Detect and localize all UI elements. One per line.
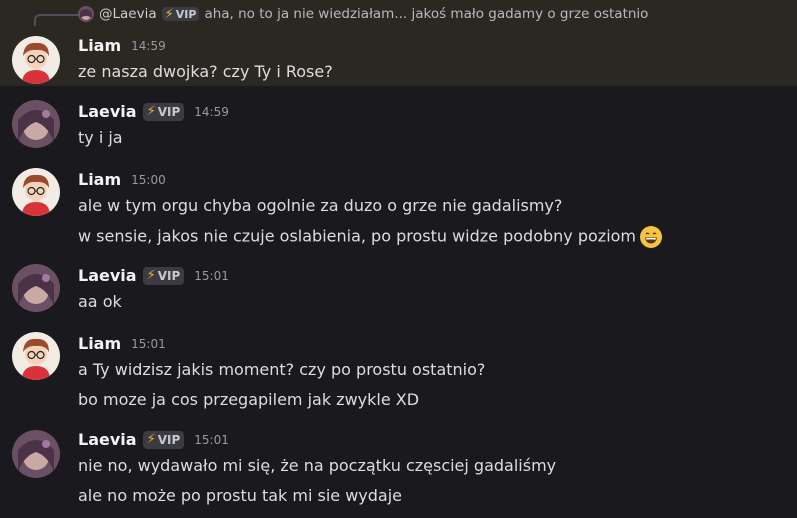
- author-name[interactable]: Liam: [78, 170, 121, 189]
- lightning-icon: ⚡: [146, 268, 156, 283]
- author-name[interactable]: Liam: [78, 36, 121, 55]
- lightning-icon: ⚡: [164, 6, 174, 22]
- timestamp[interactable]: 15:01: [194, 433, 229, 447]
- timestamp[interactable]: 15:01: [131, 337, 166, 351]
- message-header: Laevia ⚡ VIP 15:01: [78, 430, 229, 449]
- vip-badge: ⚡ VIP: [142, 430, 185, 449]
- vip-badge-label: VIP: [157, 104, 181, 119]
- message-group-laevia[interactable]: Laevia ⚡ VIP 14:59 ty i ja: [0, 86, 797, 158]
- message-text: ale w tym orgu chyba ogolnie za duzo o g…: [78, 196, 563, 215]
- message-text-line-2: w sensie, jakos nie czuje oslabienia, po…: [78, 226, 663, 248]
- lightning-icon: ⚡: [146, 104, 156, 119]
- message-text: a Ty widzisz jakis moment? czy po prostu…: [78, 360, 486, 379]
- lightning-icon: ⚡: [146, 432, 156, 447]
- message-group-liam[interactable]: Liam 15:00 ale w tym orgu chyba ogolnie …: [0, 158, 797, 258]
- vip-badge: ⚡ VIP: [142, 102, 185, 121]
- avatar[interactable]: [12, 264, 60, 312]
- avatar[interactable]: [12, 100, 60, 148]
- author-name[interactable]: Laevia: [78, 102, 137, 121]
- message-header: Liam 15:01: [78, 334, 166, 353]
- message-text: ale no może po prostu tak mi sie wydaje: [78, 486, 402, 505]
- timestamp[interactable]: 14:59: [131, 39, 166, 53]
- reply-text: aha, no to ja nie wiedziałam... jakoś ma…: [204, 6, 649, 22]
- avatar[interactable]: [12, 168, 60, 216]
- timestamp[interactable]: 15:01: [194, 269, 229, 283]
- timestamp[interactable]: 14:59: [194, 105, 229, 119]
- message-header: Laevia ⚡ VIP 14:59: [78, 102, 229, 121]
- vip-badge: ⚡ VIP: [142, 266, 185, 285]
- message-text: w sensie, jakos nie czuje oslabienia, po…: [78, 226, 637, 246]
- avatar[interactable]: [12, 332, 60, 380]
- message-text: bo moze ja cos przegapilem jak zwykle XD: [78, 390, 420, 409]
- avatar[interactable]: [12, 36, 60, 84]
- message-header: Laevia ⚡ VIP 15:01: [78, 266, 229, 285]
- message-text: ze nasza dwojka? czy Ty i Rose?: [78, 62, 333, 81]
- message-group-liam-reply[interactable]: @Laevia ⚡ VIP aha, no to ja nie wiedziała…: [0, 0, 797, 86]
- message-group-laevia[interactable]: Laevia ⚡ VIP 15:01 aa ok: [0, 258, 797, 326]
- author-name[interactable]: Liam: [78, 334, 121, 353]
- author-name[interactable]: Laevia: [78, 430, 137, 449]
- vip-badge-label: VIP: [157, 268, 181, 283]
- message-text: nie no, wydawało mi się, że na początku …: [78, 456, 557, 475]
- vip-badge-label: VIP: [175, 7, 197, 21]
- message-text: aa ok: [78, 292, 122, 311]
- vip-badge-label: VIP: [157, 432, 181, 447]
- message-header: Liam 14:59: [78, 36, 166, 55]
- message-text: ty i ja: [78, 128, 123, 147]
- message-header: Liam 15:00: [78, 170, 166, 189]
- reply-author[interactable]: @Laevia: [99, 6, 157, 22]
- reply-preview[interactable]: @Laevia ⚡ VIP aha, no to ja nie wiedziała…: [78, 6, 648, 22]
- author-name[interactable]: Laevia: [78, 266, 137, 285]
- timestamp[interactable]: 15:00: [131, 173, 166, 187]
- message-group-liam[interactable]: Liam 15:01 a Ty widzisz jakis moment? cz…: [0, 326, 797, 422]
- vip-badge: ⚡ VIP: [161, 6, 200, 22]
- message-group-laevia[interactable]: Laevia ⚡ VIP 15:01 nie no, wydawało mi si…: [0, 422, 797, 518]
- avatar[interactable]: [12, 430, 60, 478]
- grinning-face-icon[interactable]: [640, 226, 663, 248]
- reply-spine: [34, 14, 78, 26]
- reply-avatar: [78, 6, 94, 22]
